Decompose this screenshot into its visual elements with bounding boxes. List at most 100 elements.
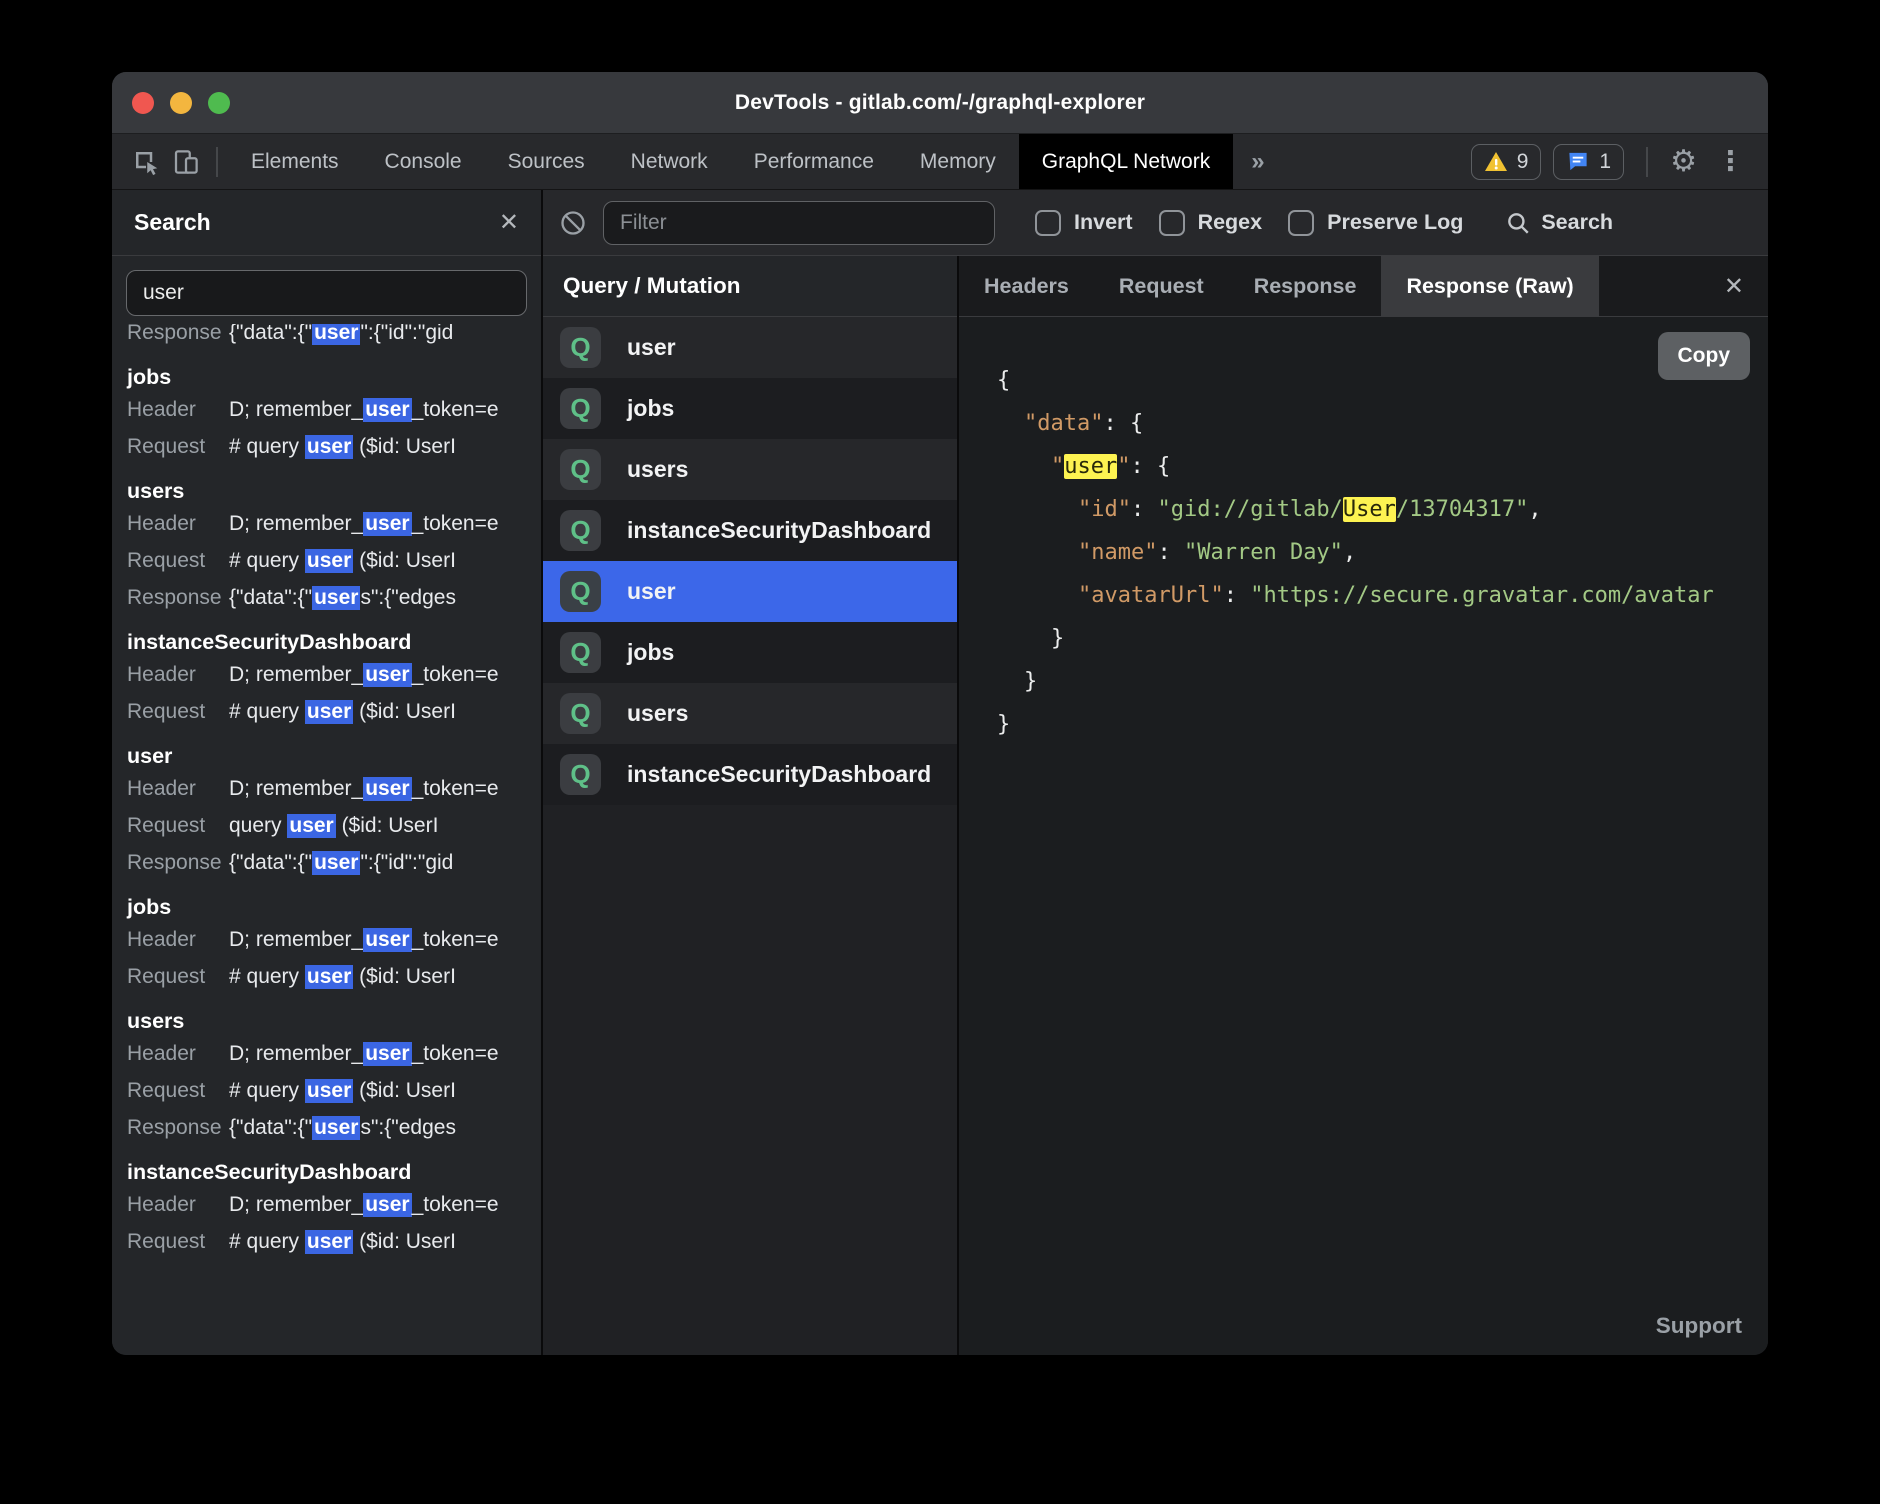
- checkbox-label: Preserve Log: [1327, 210, 1463, 235]
- search-result-row[interactable]: HeaderD; remember_user_token=e: [112, 391, 541, 428]
- result-text: _token=e: [412, 512, 499, 535]
- result-row-label: Header: [127, 777, 229, 801]
- tab-network[interactable]: Network: [608, 134, 731, 189]
- filter-input[interactable]: [603, 201, 995, 245]
- issues-badge[interactable]: 1: [1553, 144, 1624, 180]
- result-group-title[interactable]: instanceSecurityDashboard: [112, 616, 541, 656]
- detail-tab-response-raw-[interactable]: Response (Raw): [1381, 256, 1598, 316]
- search-result-row[interactable]: Response{"data":{"user":{"id":"gid: [112, 324, 453, 351]
- device-toolbar-icon[interactable]: [166, 134, 206, 190]
- result-group-title[interactable]: user: [112, 730, 541, 770]
- checkbox-invert[interactable]: Invert: [1035, 210, 1133, 236]
- close-search-panel-icon[interactable]: ✕: [499, 208, 519, 237]
- result-text: # query: [229, 1079, 305, 1102]
- settings-gear-icon[interactable]: ⚙︎: [1670, 147, 1697, 177]
- result-text: {"data":{": [229, 324, 312, 344]
- detail-tab-headers[interactable]: Headers: [959, 256, 1094, 316]
- result-group-title[interactable]: jobs: [112, 881, 541, 921]
- json-token: /13704317": [1396, 497, 1528, 522]
- clear-log-icon[interactable]: [559, 209, 587, 237]
- query-list-item[interactable]: Qjobs: [543, 622, 957, 683]
- search-result-row[interactable]: HeaderD; remember_user_token=e: [112, 1035, 541, 1072]
- filter-checkboxes: Invert Regex Preserve Log: [1035, 210, 1489, 236]
- checkbox-preserve-log[interactable]: Preserve Log: [1288, 210, 1463, 236]
- network-search-toggle[interactable]: Search: [1505, 210, 1613, 236]
- search-input[interactable]: [126, 270, 527, 316]
- result-group-title[interactable]: users: [112, 995, 541, 1035]
- query-list-item[interactable]: QinstanceSecurityDashboard: [543, 744, 957, 805]
- search-result-row[interactable]: Request# query user ($id: UserI: [112, 1223, 541, 1260]
- json-token: ": [1051, 454, 1064, 479]
- result-row-label: Response: [127, 324, 229, 345]
- query-list-item[interactable]: Qjobs: [543, 378, 957, 439]
- search-panel-header: Search ✕: [112, 190, 541, 256]
- result-group-title[interactable]: instanceSecurityDashboard: [112, 1146, 541, 1186]
- query-list-item[interactable]: Qusers: [543, 683, 957, 744]
- detail-tab-request[interactable]: Request: [1094, 256, 1229, 316]
- warning-count: 9: [1517, 150, 1529, 174]
- search-panel-title: Search: [134, 209, 211, 236]
- search-result-row[interactable]: Request# query user ($id: UserI: [112, 428, 541, 465]
- match-highlight: user: [363, 1193, 411, 1217]
- message-bubble-icon: [1566, 150, 1590, 173]
- tab-graphql-network[interactable]: GraphQL Network: [1019, 134, 1233, 189]
- result-row-label: Request: [127, 549, 229, 573]
- checkbox-regex[interactable]: Regex: [1159, 210, 1263, 236]
- json-token: ,: [1528, 497, 1541, 522]
- result-text: # query: [229, 549, 305, 572]
- result-row-value: D; remember_user_token=e: [229, 1042, 499, 1066]
- result-group-title[interactable]: users: [112, 465, 541, 505]
- menu-dots-icon[interactable]: ⋮: [1709, 148, 1752, 175]
- warnings-badge[interactable]: 9: [1471, 144, 1542, 180]
- search-result-row[interactable]: Response{"data":{"users":{"edges: [112, 1109, 541, 1146]
- toolbar-divider: [216, 147, 218, 177]
- query-list-item[interactable]: Quser: [543, 561, 957, 622]
- json-token: "name": [1078, 540, 1157, 565]
- query-list-item[interactable]: Quser: [543, 317, 957, 378]
- search-result-row[interactable]: HeaderD; remember_user_token=e: [112, 770, 541, 807]
- search-result-row[interactable]: Request# query user ($id: UserI: [112, 693, 541, 730]
- search-result-row[interactable]: Response{"data":{"users":{"edges: [112, 579, 541, 616]
- result-text: ":{"id":"gid: [360, 851, 453, 874]
- result-row-value: {"data":{"user":{"id":"gid: [229, 324, 453, 345]
- tab-console[interactable]: Console: [362, 134, 485, 189]
- more-tabs-icon[interactable]: »: [1233, 148, 1282, 176]
- search-result-row[interactable]: HeaderD; remember_user_token=e: [112, 505, 541, 542]
- checkbox-box[interactable]: [1159, 210, 1185, 236]
- copy-button[interactable]: Copy: [1658, 332, 1751, 380]
- filterbar: Invert Regex Preserve Log Search: [543, 190, 1768, 256]
- search-result-row[interactable]: HeaderD; remember_user_token=e: [112, 921, 541, 958]
- panel-tabs: ElementsConsoleSourcesNetworkPerformance…: [228, 134, 1233, 189]
- search-result-row[interactable]: Response{"data":{"user":{"id":"gid: [112, 844, 541, 881]
- tab-elements[interactable]: Elements: [228, 134, 362, 189]
- json-token: : {: [1130, 454, 1170, 479]
- search-result-row[interactable]: HeaderD; remember_user_token=e: [112, 1186, 541, 1223]
- search-result-row[interactable]: Request# query user ($id: UserI: [112, 958, 541, 995]
- checkbox-box[interactable]: [1035, 210, 1061, 236]
- checkbox-box[interactable]: [1288, 210, 1314, 236]
- query-type-badge: Q: [560, 632, 601, 673]
- tab-sources[interactable]: Sources: [485, 134, 608, 189]
- query-item-label: jobs: [627, 395, 674, 422]
- match-highlight: user: [312, 1116, 360, 1140]
- search-result-row[interactable]: Request# query user ($id: UserI: [112, 1072, 541, 1109]
- tab-performance[interactable]: Performance: [731, 134, 897, 189]
- support-link[interactable]: Support: [1656, 1313, 1742, 1339]
- search-result-row[interactable]: HeaderD; remember_user_token=e: [112, 656, 541, 693]
- inspect-element-icon[interactable]: [126, 134, 166, 190]
- match-highlight: user: [363, 398, 411, 422]
- search-result-row[interactable]: Request# query user ($id: UserI: [112, 542, 541, 579]
- tab-memory[interactable]: Memory: [897, 134, 1019, 189]
- json-token: :: [1131, 497, 1158, 522]
- query-item-label: instanceSecurityDashboard: [627, 761, 931, 788]
- detail-tab-response[interactable]: Response: [1229, 256, 1382, 316]
- json-token: "gid://gitlab/: [1157, 497, 1342, 522]
- query-list-item[interactable]: Qusers: [543, 439, 957, 500]
- result-text: D; remember_: [229, 398, 363, 421]
- search-result-row[interactable]: Requestquery user ($id: UserI: [112, 807, 541, 844]
- result-text: D; remember_: [229, 1193, 363, 1216]
- close-detail-icon[interactable]: ✕: [1724, 272, 1768, 301]
- result-group-title[interactable]: jobs: [112, 351, 541, 391]
- match-highlight: user: [363, 512, 411, 536]
- query-list-item[interactable]: QinstanceSecurityDashboard: [543, 500, 957, 561]
